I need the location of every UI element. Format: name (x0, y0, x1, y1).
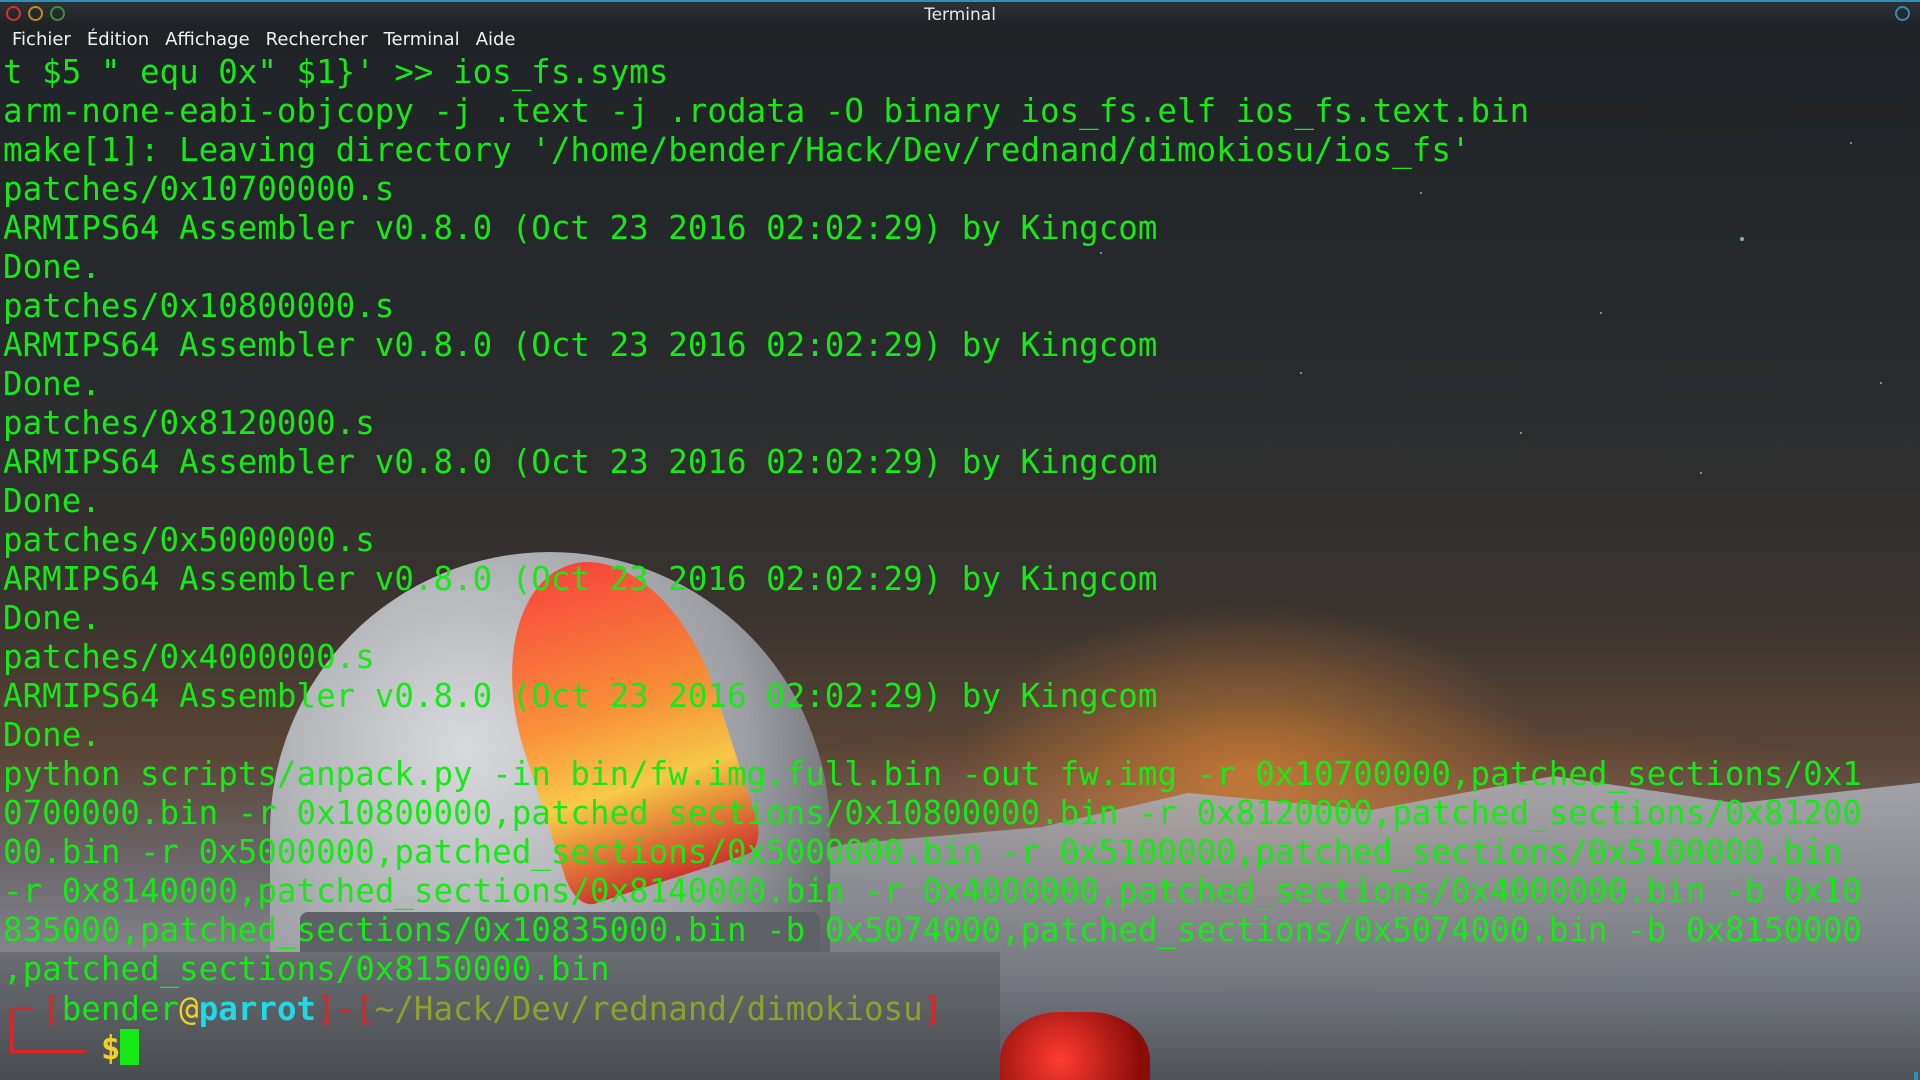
window-title: Terminal (924, 4, 996, 25)
menu-aide[interactable]: Aide (468, 29, 524, 50)
text-cursor (120, 1029, 140, 1065)
prompt-host: parrot (198, 990, 317, 1028)
prompt-cwd: ~/Hack/Dev/rednand/dimokiosu (374, 990, 923, 1028)
close-window-button[interactable] (6, 6, 21, 21)
terminal-area[interactable]: t $5 " equ 0x" $1}' >> ios_fs.syms arm-n… (0, 52, 1920, 1080)
prompt-at: @ (179, 990, 199, 1028)
minimize-window-button[interactable] (28, 6, 43, 21)
prompt-line: [bender@parrot]-[~/Hack/Dev/rednand/dimo… (3, 990, 943, 1028)
terminal-output: t $5 " equ 0x" $1}' >> ios_fs.syms arm-n… (3, 53, 1862, 988)
prompt-symbol: $ (100, 1029, 121, 1067)
menu-bar: Fichier Édition Affichage Rechercher Ter… (0, 27, 1920, 52)
prompt-user: bender (61, 990, 180, 1028)
maximize-window-button[interactable] (50, 6, 65, 21)
scrollbar[interactable] (1914, 1072, 1918, 1080)
menu-rechercher[interactable]: Rechercher (258, 29, 376, 50)
menu-affichage[interactable]: Affichage (157, 29, 258, 50)
menu-terminal[interactable]: Terminal (376, 29, 468, 50)
window-controls (6, 6, 65, 21)
command-input-line[interactable]: $ (3, 1029, 140, 1068)
red-structure (1000, 1012, 1150, 1080)
menu-edition[interactable]: Édition (79, 29, 157, 50)
menu-fichier[interactable]: Fichier (4, 29, 79, 50)
window-menu-icon[interactable] (1895, 6, 1910, 21)
title-bar: Terminal (0, 0, 1920, 27)
terminal-window: Terminal Fichier Édition Affichage Reche… (0, 0, 1920, 1080)
